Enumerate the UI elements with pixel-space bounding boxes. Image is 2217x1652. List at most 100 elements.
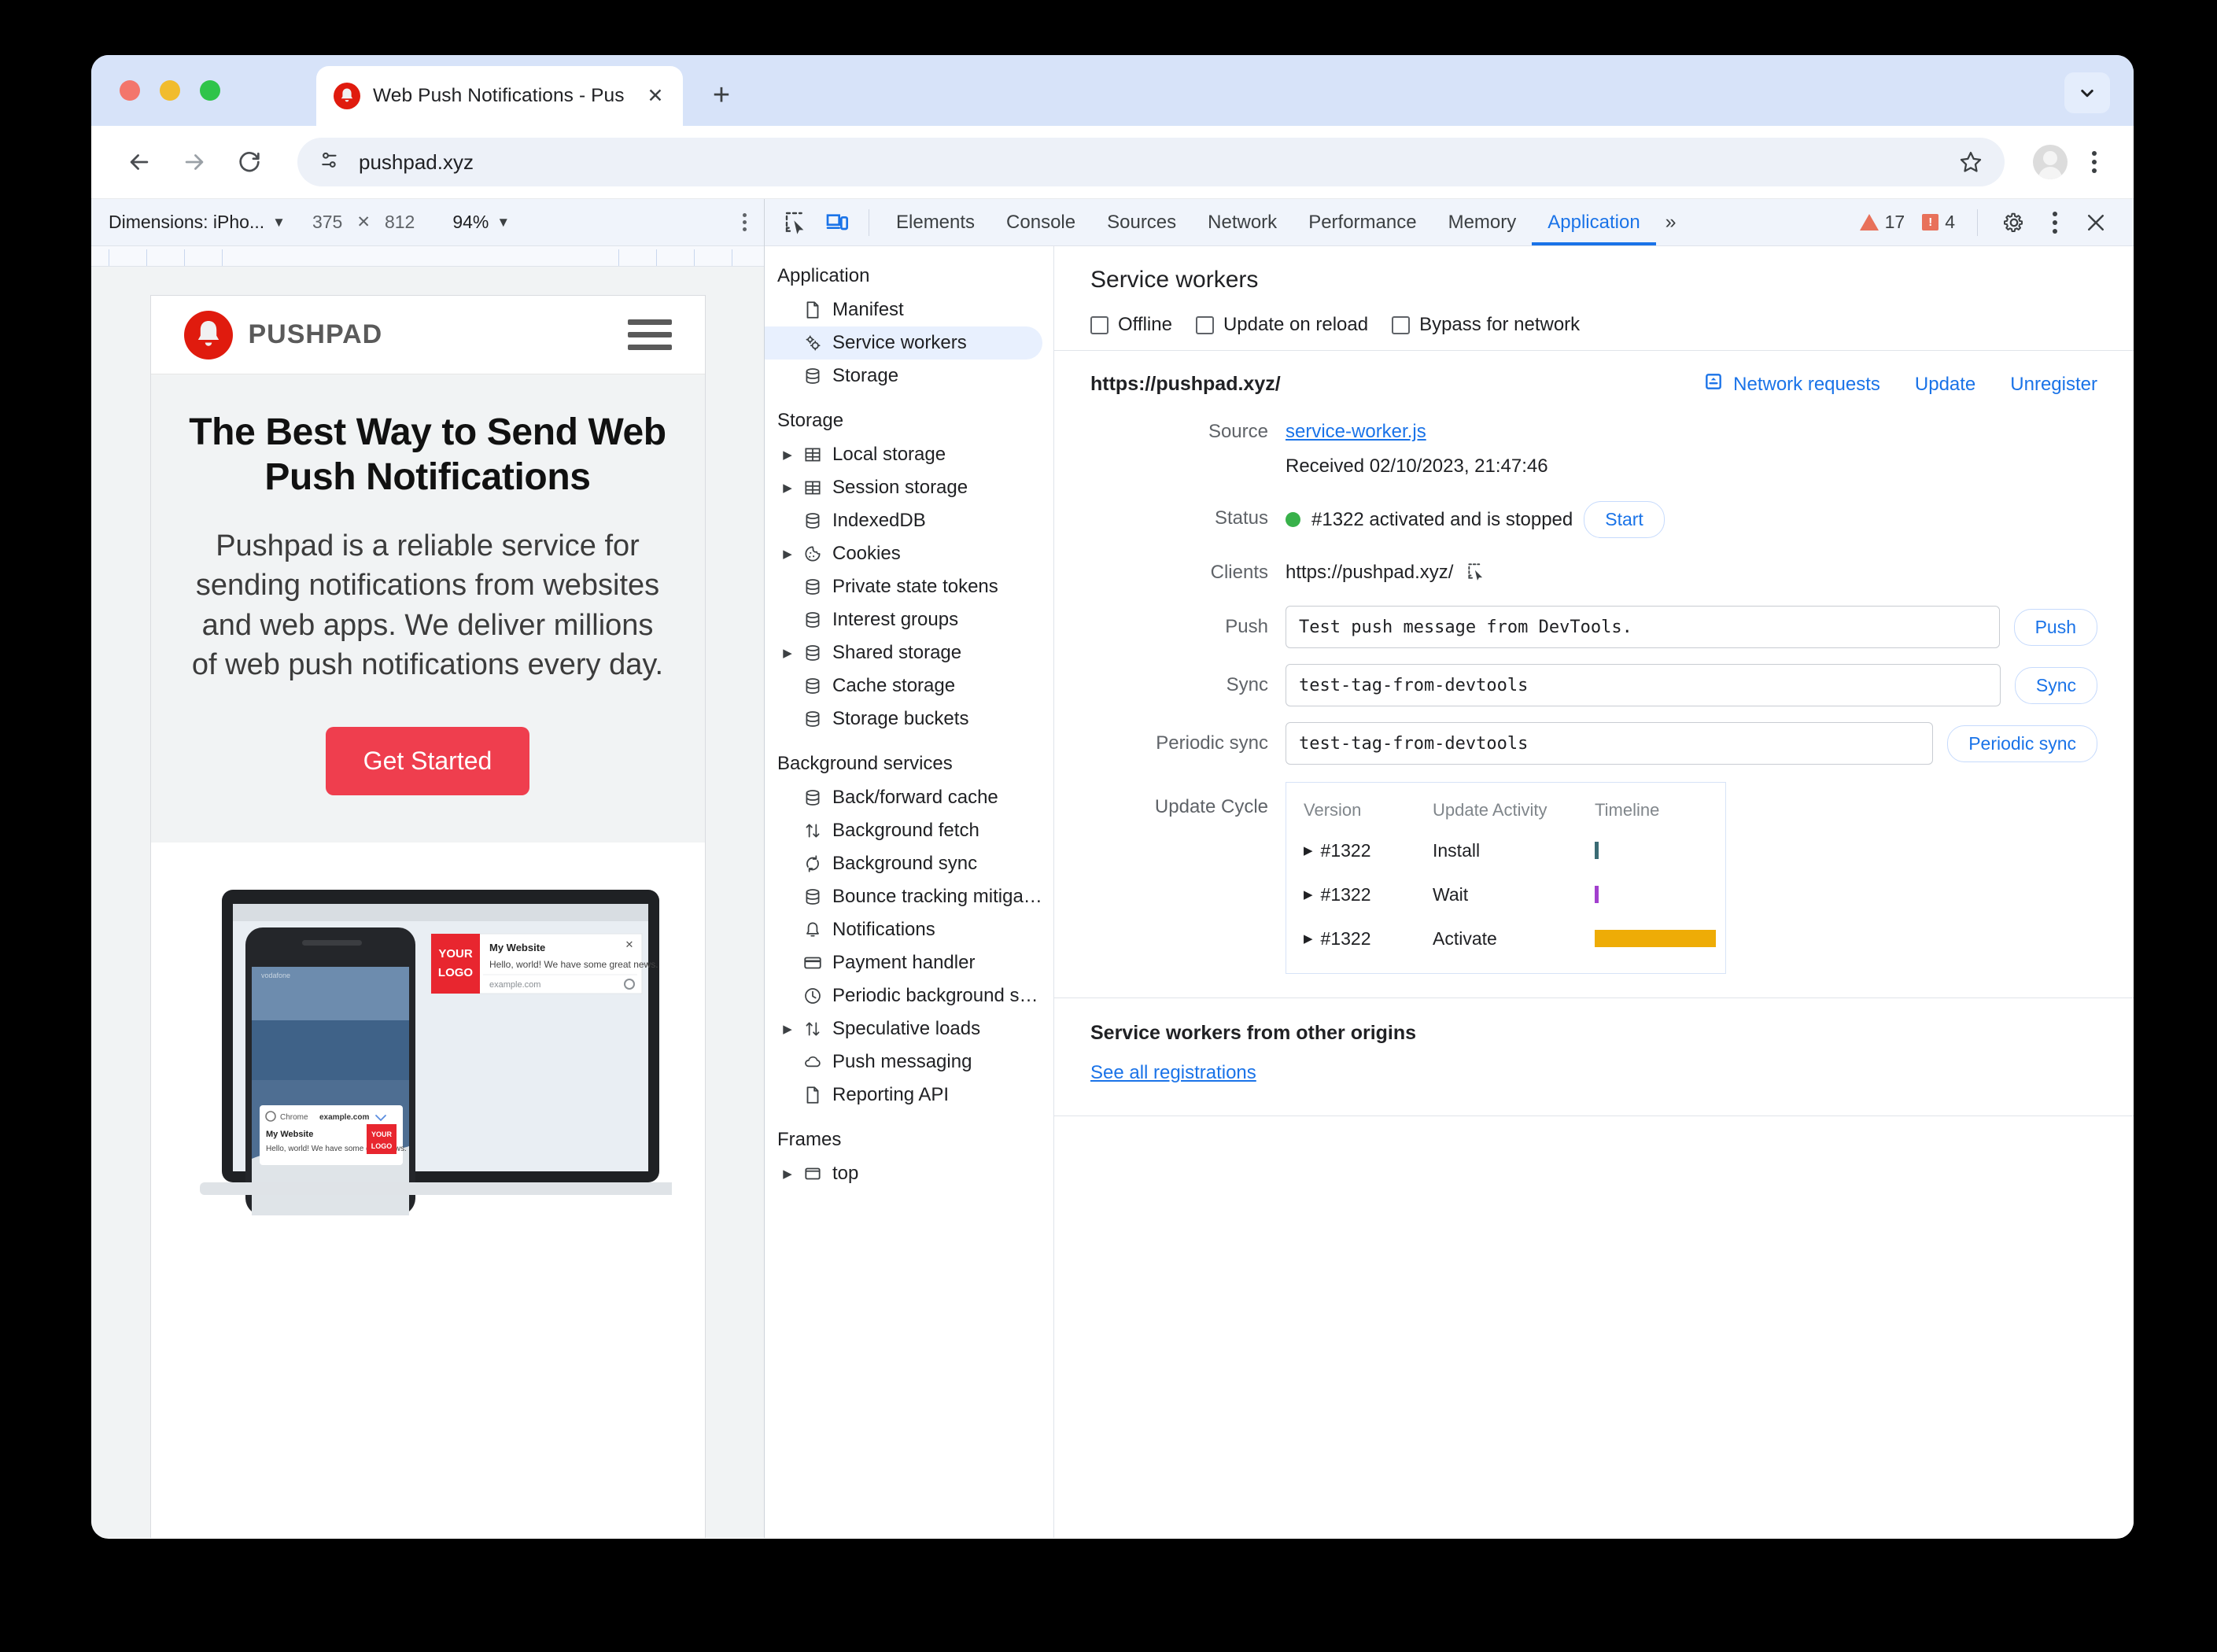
sidebar-section-application: Application xyxy=(777,265,870,286)
browser-tab[interactable]: Web Push Notifications - Pus ✕ xyxy=(316,66,683,126)
device-width-input[interactable]: 375 xyxy=(312,212,342,233)
sidebar-item-service-workers[interactable]: Service workers xyxy=(765,326,1042,360)
reload-icon[interactable] xyxy=(225,138,274,186)
table-row[interactable]: ▶ #1322 Install xyxy=(1286,828,1725,872)
database-icon xyxy=(798,366,828,386)
periodic-sync-label: Periodic sync xyxy=(1156,732,1268,754)
close-icon[interactable]: ✕ xyxy=(642,83,669,109)
tab-sources[interactable]: Sources xyxy=(1091,199,1192,245)
sidebar-item-notifications[interactable]: Notifications xyxy=(765,913,1042,946)
chevron-down-icon[interactable]: ▼ xyxy=(496,215,510,230)
push-input[interactable]: Test push message from DevTools. xyxy=(1286,606,2000,648)
forward-arrow-icon[interactable] xyxy=(170,138,219,186)
offline-checkbox[interactable]: Offline xyxy=(1090,314,1172,336)
hero-illustration-svg: YOUR LOGO My Website Hello, world! We ha… xyxy=(199,889,672,1215)
sidebar-item-storage[interactable]: Storage xyxy=(765,360,1042,393)
table-row[interactable]: ▶ #1322 Wait xyxy=(1286,872,1725,916)
sidebar-item-back-forward-cache[interactable]: Back/forward cache xyxy=(765,781,1042,814)
bell-icon xyxy=(798,920,828,940)
sidebar-item-session-storage[interactable]: ▶ Session storage xyxy=(765,471,1042,504)
maximize-window-button[interactable] xyxy=(200,80,220,101)
tab-application[interactable]: Application xyxy=(1532,199,1655,245)
sidebar-item-payment-handler[interactable]: Payment handler xyxy=(765,946,1042,979)
periodic-sync-button[interactable]: Periodic sync xyxy=(1947,725,2097,762)
sidebar-item-storage-buckets[interactable]: Storage buckets xyxy=(765,702,1042,736)
chevron-right-icon[interactable]: ▶ xyxy=(777,646,798,660)
svg-text:LOGO: LOGO xyxy=(437,966,472,979)
sidebar-item-cache-storage[interactable]: Cache storage xyxy=(765,669,1042,702)
sidebar-item-local-storage[interactable]: ▶ Local storage xyxy=(765,438,1042,471)
kebab-menu-icon[interactable] xyxy=(2039,205,2071,240)
sidebar-item-private-state-tokens[interactable]: Private state tokens xyxy=(765,570,1042,603)
tab-performance[interactable]: Performance xyxy=(1293,199,1432,245)
address-bar[interactable]: pushpad.xyz xyxy=(297,138,2005,186)
more-tabs-icon[interactable]: » xyxy=(1656,211,1686,234)
sync-input[interactable]: test-tag-from-devtools xyxy=(1286,664,2001,706)
sidebar-item-manifest[interactable]: Manifest xyxy=(765,293,1042,326)
sidebar-item-cookies[interactable]: ▶ Cookies xyxy=(765,537,1042,570)
device-zoom-select[interactable]: 94% xyxy=(452,212,489,233)
chevron-right-icon[interactable]: ▶ xyxy=(1304,843,1313,857)
periodic-sync-input[interactable]: test-tag-from-devtools xyxy=(1286,722,1934,765)
tab-network[interactable]: Network xyxy=(1192,199,1293,245)
source-file-link[interactable]: service-worker.js xyxy=(1286,421,1426,442)
close-icon[interactable] xyxy=(2075,205,2116,241)
device-height-input[interactable]: 812 xyxy=(385,212,415,233)
get-started-button[interactable]: Get Started xyxy=(325,726,530,795)
chevron-down-icon[interactable]: ▼ xyxy=(272,215,286,230)
hamburger-icon[interactable] xyxy=(627,319,672,350)
sidebar-item-reporting-api[interactable]: Reporting API xyxy=(765,1079,1042,1112)
chevron-right-icon[interactable]: ▶ xyxy=(777,448,798,462)
checkbox-label: Bypass for network xyxy=(1419,314,1581,335)
kebab-menu-icon[interactable] xyxy=(743,213,747,231)
sidebar-item-speculative-loads[interactable]: ▶ Speculative loads xyxy=(765,1012,1042,1045)
sidebar-section-background-services: Background services xyxy=(777,753,953,774)
sidebar-item-background-fetch[interactable]: Background fetch xyxy=(765,814,1042,847)
kebab-menu-icon[interactable] xyxy=(2079,145,2110,179)
tab-elements[interactable]: Elements xyxy=(880,199,990,245)
star-icon[interactable] xyxy=(1957,149,1984,175)
see-all-registrations-link[interactable]: See all registrations xyxy=(1090,1062,1256,1084)
close-window-button[interactable] xyxy=(120,80,140,101)
unregister-link[interactable]: Unregister xyxy=(2010,374,2097,396)
chevron-right-icon[interactable]: ▶ xyxy=(777,481,798,495)
sidebar-item-top[interactable]: ▶ top xyxy=(765,1157,1042,1190)
push-button[interactable]: Push xyxy=(2013,608,2097,646)
checkbox-box xyxy=(1090,315,1108,334)
avatar[interactable] xyxy=(2033,145,2068,179)
warnings-badge[interactable]: 17 xyxy=(1854,212,1912,233)
sidebar-item-shared-storage[interactable]: ▶ Shared storage xyxy=(765,636,1042,669)
update-link[interactable]: Update xyxy=(1915,374,1975,396)
device-toolbar-icon[interactable] xyxy=(817,205,858,241)
chevron-right-icon[interactable]: ▶ xyxy=(1304,931,1313,946)
chevron-right-icon[interactable]: ▶ xyxy=(777,547,798,561)
start-button[interactable]: Start xyxy=(1584,501,1665,538)
device-viewport[interactable]: PUSHPAD The Best Way to Send Web Push No… xyxy=(149,295,706,1538)
focus-tab-icon[interactable] xyxy=(1466,561,1486,585)
chevron-right-icon[interactable]: ▶ xyxy=(777,1167,798,1181)
tab-memory[interactable]: Memory xyxy=(1433,199,1533,245)
sync-button[interactable]: Sync xyxy=(2014,666,2097,704)
sidebar-item-periodic-background-sync[interactable]: Periodic background s… xyxy=(765,979,1042,1012)
sidebar-item-bounce-tracking-mitigations[interactable]: Bounce tracking mitiga… xyxy=(765,880,1042,913)
inspect-element-icon[interactable] xyxy=(776,205,817,241)
chevron-down-icon[interactable] xyxy=(2064,72,2110,113)
bypass-for-network-checkbox[interactable]: Bypass for network xyxy=(1392,314,1580,336)
sidebar-item-push-messaging[interactable]: Push messaging xyxy=(765,1045,1042,1079)
tab-console[interactable]: Console xyxy=(990,199,1091,245)
network-requests-link[interactable]: Network requests xyxy=(1703,371,1880,397)
table-row[interactable]: ▶ #1322 Activate xyxy=(1286,916,1725,961)
minimize-window-button[interactable] xyxy=(160,80,180,101)
chevron-right-icon[interactable]: ▶ xyxy=(777,1022,798,1036)
back-arrow-icon[interactable] xyxy=(115,138,164,186)
new-tab-button[interactable]: + xyxy=(705,79,738,112)
update-on-reload-checkbox[interactable]: Update on reload xyxy=(1195,314,1368,336)
sidebar-item-background-sync[interactable]: Background sync xyxy=(765,847,1042,880)
chevron-right-icon[interactable]: ▶ xyxy=(1304,887,1313,902)
tune-icon[interactable] xyxy=(318,149,341,176)
sidebar-item-indexeddb[interactable]: IndexedDB xyxy=(765,504,1042,537)
errors-badge[interactable]: ! 4 xyxy=(1916,212,1961,233)
gear-icon[interactable] xyxy=(1994,205,2034,241)
sidebar-item-interest-groups[interactable]: Interest groups xyxy=(765,603,1042,636)
device-dimensions-select[interactable]: Dimensions: iPho... xyxy=(109,212,264,233)
